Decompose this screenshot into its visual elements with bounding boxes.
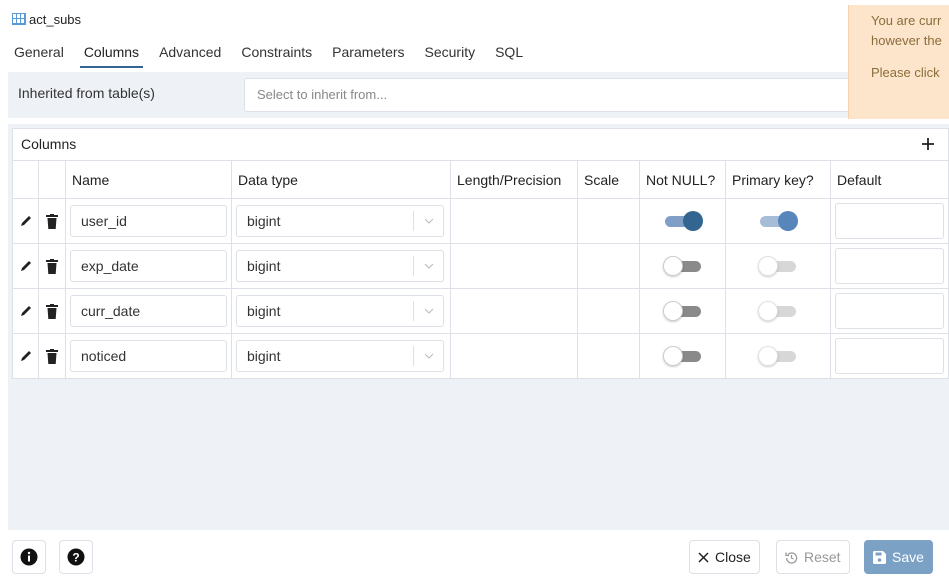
data-type-value: bigint [247,303,281,319]
table-row: noticed bigint [12,333,949,379]
save-icon [873,550,886,564]
scale-cell[interactable] [577,198,640,244]
scale-cell[interactable] [577,243,640,289]
column-name-input[interactable]: exp_date [70,250,227,282]
data-type-value: bigint [247,213,281,229]
notice-line-2: however the [871,33,942,48]
svg-text:?: ? [72,551,79,565]
data-type-select[interactable]: bigint [236,250,444,282]
tab-bar: General Columns Advanced Constraints Par… [0,36,850,68]
save-label: Save [892,549,924,565]
length-cell[interactable] [450,243,578,289]
primary-key-toggle[interactable] [758,346,798,366]
data-type-select[interactable]: bigint [236,205,444,237]
default-input[interactable] [835,293,944,329]
info-button[interactable] [12,540,46,574]
length-cell[interactable] [450,288,578,334]
table-row: curr_date bigint [12,288,949,334]
length-cell[interactable] [450,198,578,244]
reset-icon [785,551,798,564]
table-header-row: Name Data type Length/Precision Scale No… [12,160,949,199]
scale-cell[interactable] [577,288,640,334]
column-name-input[interactable]: curr_date [70,295,227,327]
inherit-label: Inherited from table(s) [18,85,155,101]
trash-icon[interactable] [39,244,65,288]
length-cell[interactable] [450,333,578,379]
columns-panel: Columns Name Data type Length/Precision … [8,124,949,530]
not-null-toggle[interactable] [662,346,703,366]
data-type-select[interactable]: bigint [236,295,444,327]
chevron-down-icon [413,256,443,276]
inherit-bar: Inherited from table(s) Select to inheri… [8,72,850,118]
header-delete [38,160,66,199]
tab-constraints[interactable]: Constraints [231,36,322,68]
column-name-input[interactable]: noticed [70,340,227,372]
default-input[interactable] [835,338,944,374]
not-null-toggle[interactable] [662,256,703,276]
close-icon [698,551,709,563]
trash-icon[interactable] [39,289,65,333]
notice-panel: You are curr however the Please click [848,5,949,119]
plus-icon [922,138,934,150]
table-icon [12,13,26,25]
header-length: Length/Precision [450,160,578,199]
columns-header: Columns [12,128,949,160]
not-null-toggle[interactable] [662,301,703,321]
tab-sql[interactable]: SQL [485,36,533,68]
default-input[interactable] [835,248,944,284]
tab-columns[interactable]: Columns [74,36,149,68]
close-label: Close [715,549,751,565]
edit-icon[interactable] [13,199,38,243]
header-data-type: Data type [231,160,451,199]
default-input[interactable] [835,203,944,239]
reset-label: Reset [804,549,841,565]
edit-icon[interactable] [13,334,38,378]
tab-general[interactable]: General [4,36,74,68]
columns-table: Name Data type Length/Precision Scale No… [12,160,949,379]
tab-advanced[interactable]: Advanced [149,36,231,68]
chevron-down-icon [413,346,443,366]
window-title: act_subs [29,11,82,27]
close-button[interactable]: Close [689,540,760,574]
data-type-select[interactable]: bigint [236,340,444,372]
data-type-value: bigint [247,348,281,364]
header-name: Name [65,160,232,199]
trash-icon[interactable] [39,199,65,243]
data-type-value: bigint [247,258,281,274]
edit-icon[interactable] [13,244,38,288]
primary-key-toggle[interactable] [758,256,798,276]
notice-line-3: Please click [871,65,940,80]
tab-security[interactable]: Security [415,36,486,68]
reset-button[interactable]: Reset [776,540,850,574]
notice-line-1: You are curr [871,13,942,28]
columns-title: Columns [21,136,77,152]
scale-cell[interactable] [577,333,640,379]
table-row: exp_date bigint [12,243,949,289]
header-edit [12,160,39,199]
column-name-input[interactable]: user_id [70,205,227,237]
help-button[interactable]: ? [59,540,93,574]
inherit-select[interactable]: Select to inherit from... [244,78,850,112]
save-button[interactable]: Save [864,540,933,574]
header-primary-key: Primary key? [725,160,831,199]
primary-key-toggle[interactable] [758,211,798,231]
chevron-down-icon [413,301,443,321]
dialog-footer: ? Close Reset Save [0,530,949,578]
table-row: user_id bigint [12,198,949,244]
info-icon [20,548,38,566]
trash-icon[interactable] [39,334,65,378]
edit-icon[interactable] [13,289,38,333]
tab-parameters[interactable]: Parameters [322,36,414,68]
header-default: Default [830,160,949,199]
header-scale: Scale [577,160,640,199]
not-null-toggle[interactable] [663,211,703,231]
add-column-button[interactable] [914,130,942,158]
header-not-null: Not NULL? [639,160,726,199]
window-title-bar: act_subs [12,9,81,29]
primary-key-toggle[interactable] [758,301,798,321]
chevron-down-icon [413,211,443,231]
help-icon: ? [67,548,85,566]
